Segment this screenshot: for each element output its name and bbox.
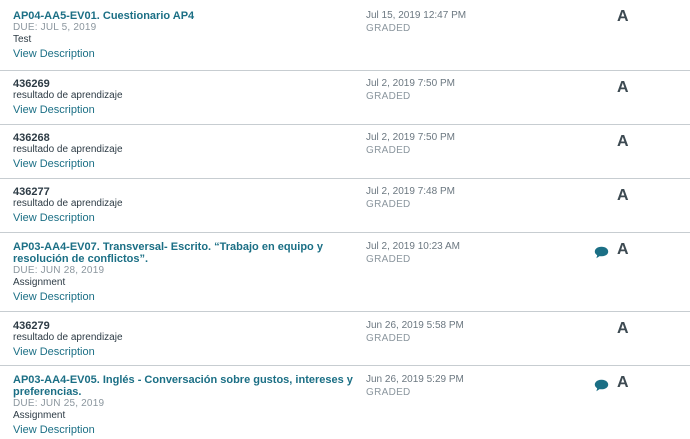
submission-row: 436279 resultado de aprendizaje View Des… bbox=[0, 312, 690, 366]
submissions-list: AP04-AA5-EV01. Cuestionario AP4 DUE: JUL… bbox=[0, 0, 690, 439]
view-description-link[interactable]: View Description bbox=[13, 103, 358, 117]
view-description-link[interactable]: View Description bbox=[13, 423, 358, 437]
submission-title-link[interactable]: AP03-AA4-EV05. Inglés - Conversación sob… bbox=[13, 374, 358, 398]
due-date: DUE: JUN 28, 2019 bbox=[13, 265, 105, 276]
grade-value[interactable]: A bbox=[617, 133, 629, 151]
submission-row: AP03-AA4-EV07. Transversal- Escrito. “Tr… bbox=[0, 233, 690, 312]
submission-title: 436269 bbox=[13, 78, 50, 90]
grade-value[interactable]: A bbox=[617, 241, 629, 259]
submitted-date: Jul 2, 2019 7:48 PM bbox=[366, 186, 455, 197]
submission-row: 436268 resultado de aprendizaje View Des… bbox=[0, 125, 690, 179]
view-description-link[interactable]: View Description bbox=[13, 211, 358, 225]
submission-title-link[interactable]: AP04-AA5-EV01. Cuestionario AP4 bbox=[13, 10, 358, 22]
grade-value[interactable]: A bbox=[617, 79, 629, 97]
submission-title-link[interactable]: AP03-AA4-EV07. Transversal- Escrito. “Tr… bbox=[13, 241, 358, 265]
submission-context: resultado de aprendizaje bbox=[13, 198, 123, 209]
submission-context: resultado de aprendizaje bbox=[13, 90, 123, 101]
view-description-link[interactable]: View Description bbox=[13, 157, 358, 171]
view-description-link[interactable]: View Description bbox=[13, 47, 358, 61]
status-label: GRADED bbox=[366, 333, 411, 344]
status-label: GRADED bbox=[366, 91, 411, 102]
status-label: GRADED bbox=[366, 254, 411, 265]
submitted-date: Jul 2, 2019 7:50 PM bbox=[366, 78, 455, 89]
submission-context: Assignment bbox=[13, 410, 66, 421]
submission-title: 436277 bbox=[13, 186, 50, 198]
status-label: GRADED bbox=[366, 145, 411, 156]
grade-value[interactable]: A bbox=[617, 8, 629, 26]
submission-context: Assignment bbox=[13, 277, 66, 288]
submission-context: resultado de aprendizaje bbox=[13, 144, 123, 155]
submitted-date: Jul 15, 2019 12:47 PM bbox=[366, 10, 467, 21]
submitted-date: Jul 2, 2019 7:50 PM bbox=[366, 132, 455, 143]
due-date: DUE: JUL 5, 2019 bbox=[13, 22, 97, 33]
view-description-link[interactable]: View Description bbox=[13, 290, 358, 304]
submitted-date: Jul 2, 2019 10:23 AM bbox=[366, 241, 460, 252]
grade-value[interactable]: A bbox=[617, 187, 629, 205]
submitted-date: Jun 26, 2019 5:29 PM bbox=[366, 374, 464, 385]
comment-bubble-icon[interactable] bbox=[594, 246, 609, 259]
status-label: GRADED bbox=[366, 387, 411, 398]
submission-row: 436269 resultado de aprendizaje View Des… bbox=[0, 71, 690, 125]
submission-context: resultado de aprendizaje bbox=[13, 332, 123, 343]
submission-title: 436268 bbox=[13, 132, 50, 144]
due-date: DUE: JUN 25, 2019 bbox=[13, 398, 105, 409]
submission-context: Test bbox=[13, 34, 32, 45]
submission-row: AP03-AA4-EV05. Inglés - Conversación sob… bbox=[0, 366, 690, 439]
submission-row: 436277 resultado de aprendizaje View Des… bbox=[0, 179, 690, 233]
grade-value[interactable]: A bbox=[617, 374, 629, 392]
grade-value[interactable]: A bbox=[617, 320, 629, 338]
comment-bubble-icon[interactable] bbox=[594, 379, 609, 392]
status-label: GRADED bbox=[366, 23, 411, 34]
submission-title: 436279 bbox=[13, 320, 50, 332]
view-description-link[interactable]: View Description bbox=[13, 345, 358, 359]
status-label: GRADED bbox=[366, 199, 411, 210]
submission-row: AP04-AA5-EV01. Cuestionario AP4 DUE: JUL… bbox=[0, 0, 690, 71]
submitted-date: Jun 26, 2019 5:58 PM bbox=[366, 320, 464, 331]
